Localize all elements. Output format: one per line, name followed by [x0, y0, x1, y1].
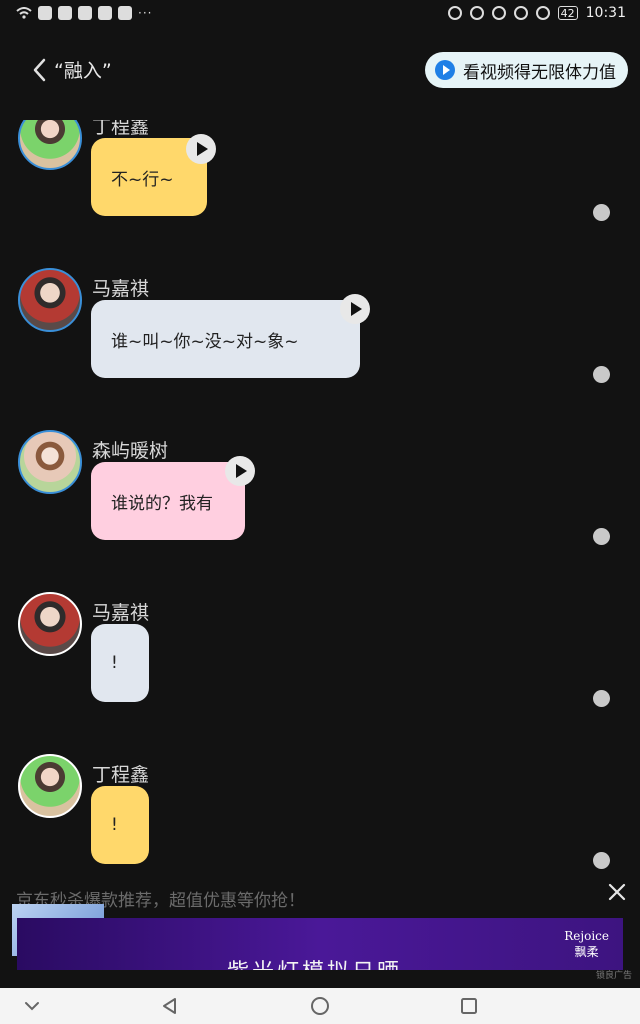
- chat-message: 丁程鑫 !: [0, 754, 640, 880]
- chat-message: 马嘉祺 !: [0, 592, 640, 754]
- battery-indicator: 42: [557, 6, 578, 20]
- avatar[interactable]: [18, 754, 82, 818]
- ad-banner-text: 紫光灯模拟日晒: [227, 954, 402, 970]
- back-button[interactable]: “融入”: [32, 56, 112, 83]
- app-notification-icon: [38, 6, 52, 20]
- message-text: 谁说的？我有: [111, 493, 213, 514]
- eye-icon: [447, 6, 462, 20]
- message-bubble[interactable]: !: [91, 624, 149, 702]
- brand-name-chinese: 飘柔: [574, 945, 599, 959]
- watch-video-promo-button[interactable]: 看视频得无限体力值: [425, 52, 628, 88]
- home-circle-icon[interactable]: [310, 996, 330, 1016]
- message-option-dot[interactable]: [593, 690, 610, 707]
- status-left-icons: ···: [16, 6, 152, 20]
- app-notification-icon: [98, 6, 112, 20]
- bluetooth-icon: [491, 6, 506, 20]
- recents-square-icon[interactable]: [459, 996, 479, 1016]
- message-bubble[interactable]: !: [91, 786, 149, 864]
- chat-message-list[interactable]: 丁程鑫 不~行~ 马嘉祺 谁~叫~你~没~对~象~ 森屿暖树 谁说的？我有 马嘉…: [0, 120, 640, 880]
- message-bubble[interactable]: 谁说的？我有: [91, 462, 245, 540]
- sender-name: 马嘉祺: [92, 278, 150, 300]
- message-bubble[interactable]: 谁~叫~你~没~对~象~: [91, 300, 360, 378]
- message-text: !: [111, 653, 118, 673]
- message-text: 不~行~: [111, 169, 174, 190]
- ad-brand-logo: Rejoice 飘柔: [564, 928, 609, 960]
- chat-message: 马嘉祺 谁~叫~你~没~对~象~: [0, 268, 640, 430]
- promo-label: 看视频得无限体力值: [463, 62, 616, 83]
- page-title: “融入”: [54, 60, 112, 82]
- shield-icon: [78, 6, 92, 20]
- message-text: !: [111, 815, 118, 835]
- avatar[interactable]: [18, 430, 82, 494]
- app-notification-icon: [58, 6, 72, 20]
- avatar[interactable]: [18, 592, 82, 656]
- clock: 10:31: [585, 5, 626, 21]
- status-right-icons: 42 10:31: [447, 5, 626, 21]
- voice-play-icon[interactable]: [186, 134, 216, 164]
- wifi-icon: [16, 7, 32, 19]
- more-notifications-icon: ···: [138, 6, 153, 20]
- chat-message: 丁程鑫 不~行~: [0, 120, 640, 268]
- system-navigation-bar: [0, 988, 640, 1024]
- voice-play-icon[interactable]: [340, 294, 370, 324]
- message-option-dot[interactable]: [593, 204, 610, 221]
- voice-play-icon[interactable]: [225, 456, 255, 486]
- chat-message: 森屿暖树 谁说的？我有: [0, 430, 640, 592]
- play-icon: [435, 60, 455, 80]
- alarm-icon: [469, 6, 484, 20]
- sender-name: 马嘉祺: [92, 602, 150, 624]
- status-bar: ··· 42 10:31: [0, 0, 640, 28]
- avatar[interactable]: [18, 268, 82, 332]
- sender-name: 丁程鑫: [92, 764, 150, 786]
- chevron-left-icon: [33, 58, 46, 81]
- sender-name: 丁程鑫: [92, 120, 150, 138]
- app-notification-icon: [118, 6, 132, 20]
- chat-header: “融入” 看视频得无限体力值: [0, 40, 640, 100]
- speed-icon: [535, 6, 550, 20]
- sender-name: 森屿暖树: [92, 440, 169, 462]
- close-icon[interactable]: [606, 881, 628, 903]
- back-triangle-icon[interactable]: [160, 996, 180, 1016]
- ad-banner[interactable]: 紫光灯模拟日晒 Rejoice 飘柔: [17, 918, 623, 970]
- message-option-dot[interactable]: [593, 852, 610, 869]
- mute-icon: [513, 6, 528, 20]
- chevron-down-icon[interactable]: [22, 996, 42, 1016]
- message-option-dot[interactable]: [593, 528, 610, 545]
- brand-name-latin: Rejoice: [564, 929, 609, 943]
- avatar[interactable]: [18, 120, 82, 170]
- message-text: 谁~叫~你~没~对~象~: [111, 331, 299, 352]
- ad-label: 锁良广告: [596, 971, 633, 981]
- message-option-dot[interactable]: [593, 366, 610, 383]
